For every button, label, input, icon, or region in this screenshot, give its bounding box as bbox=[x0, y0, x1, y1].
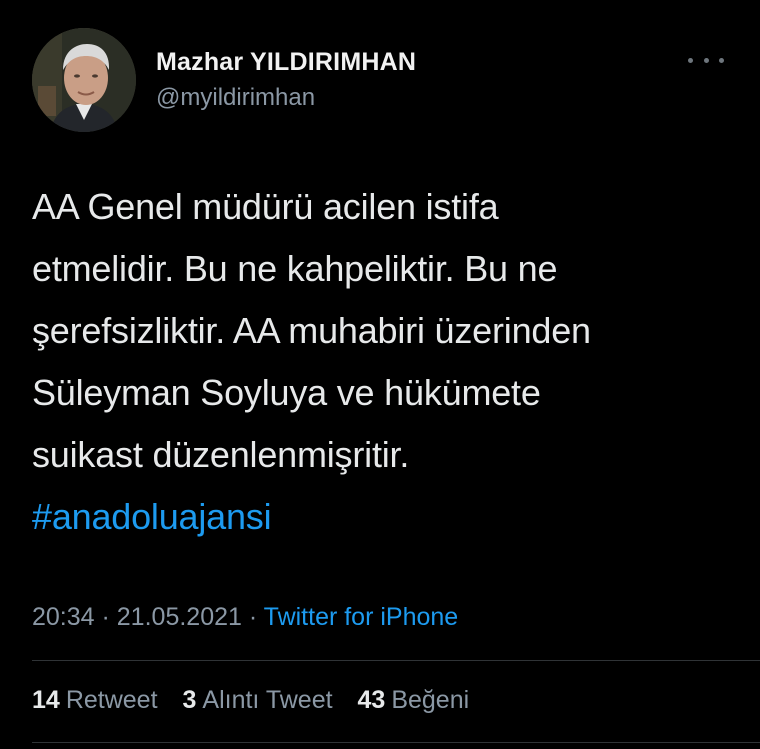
user-handle[interactable]: @myildirimhan bbox=[156, 84, 315, 112]
likes-stat[interactable]: 43 Beğeni bbox=[358, 686, 470, 714]
tweet-text: AA Genel müdürü acilen istifa etmelidir.… bbox=[32, 176, 732, 548]
retweets-label: Retweet bbox=[65, 686, 158, 714]
tweet-line: etmelidir. Bu ne kahpeliktir. Bu ne bbox=[32, 248, 558, 289]
display-name[interactable]: Mazhar YILDIRIMHAN bbox=[156, 48, 416, 77]
dot bbox=[703, 57, 709, 63]
avatar[interactable] bbox=[32, 28, 136, 132]
tweet-line: Süleyman Soyluya ve hükümete bbox=[32, 372, 541, 413]
dot bbox=[719, 57, 724, 63]
quotes-label: Alıntı Tweet bbox=[202, 686, 333, 714]
tweet-date[interactable]: 21.05.2021 bbox=[117, 603, 242, 631]
quotes-stat[interactable]: 3 Alıntı Tweet bbox=[182, 686, 332, 714]
tweet-header: Mazhar YILDIRIMHAN @myildirimhan bbox=[32, 28, 732, 132]
hashtag-link[interactable]: #anadoluajansi bbox=[32, 486, 732, 548]
tweet-line: suikast düzenlenmişritir. bbox=[32, 434, 410, 475]
divider bbox=[32, 742, 760, 743]
meta-separator: · bbox=[241, 603, 264, 631]
divider bbox=[32, 660, 760, 661]
likes-count: 43 bbox=[357, 686, 386, 714]
tweet-source-link[interactable]: Twitter for iPhone bbox=[264, 603, 459, 631]
likes-label: Beğeni bbox=[391, 686, 470, 714]
quotes-count: 3 bbox=[182, 686, 197, 714]
tweet-line: AA Genel müdürü acilen istifa bbox=[32, 186, 499, 227]
retweets-stat[interactable]: 14 Retweet bbox=[32, 686, 158, 714]
meta-separator: · bbox=[94, 603, 117, 631]
more-options-icon[interactable] bbox=[688, 50, 724, 70]
profile-photo-icon bbox=[32, 28, 136, 132]
tweet-stats: 14 Retweet 3 Alıntı Tweet 43 Beğeni bbox=[32, 686, 487, 720]
tweet-time[interactable]: 20:34 bbox=[32, 603, 95, 631]
retweets-count: 14 bbox=[32, 686, 60, 714]
tweet-card: Mazhar YILDIRIMHAN @myildirimhan AA Gene… bbox=[0, 0, 760, 749]
dot bbox=[688, 57, 693, 63]
tweet-meta: 20:34 · 21.05.2021 · Twitter for iPhone bbox=[32, 603, 458, 635]
tweet-line: şerefsizliktir. AA muhabiri üzerinden bbox=[32, 310, 591, 351]
